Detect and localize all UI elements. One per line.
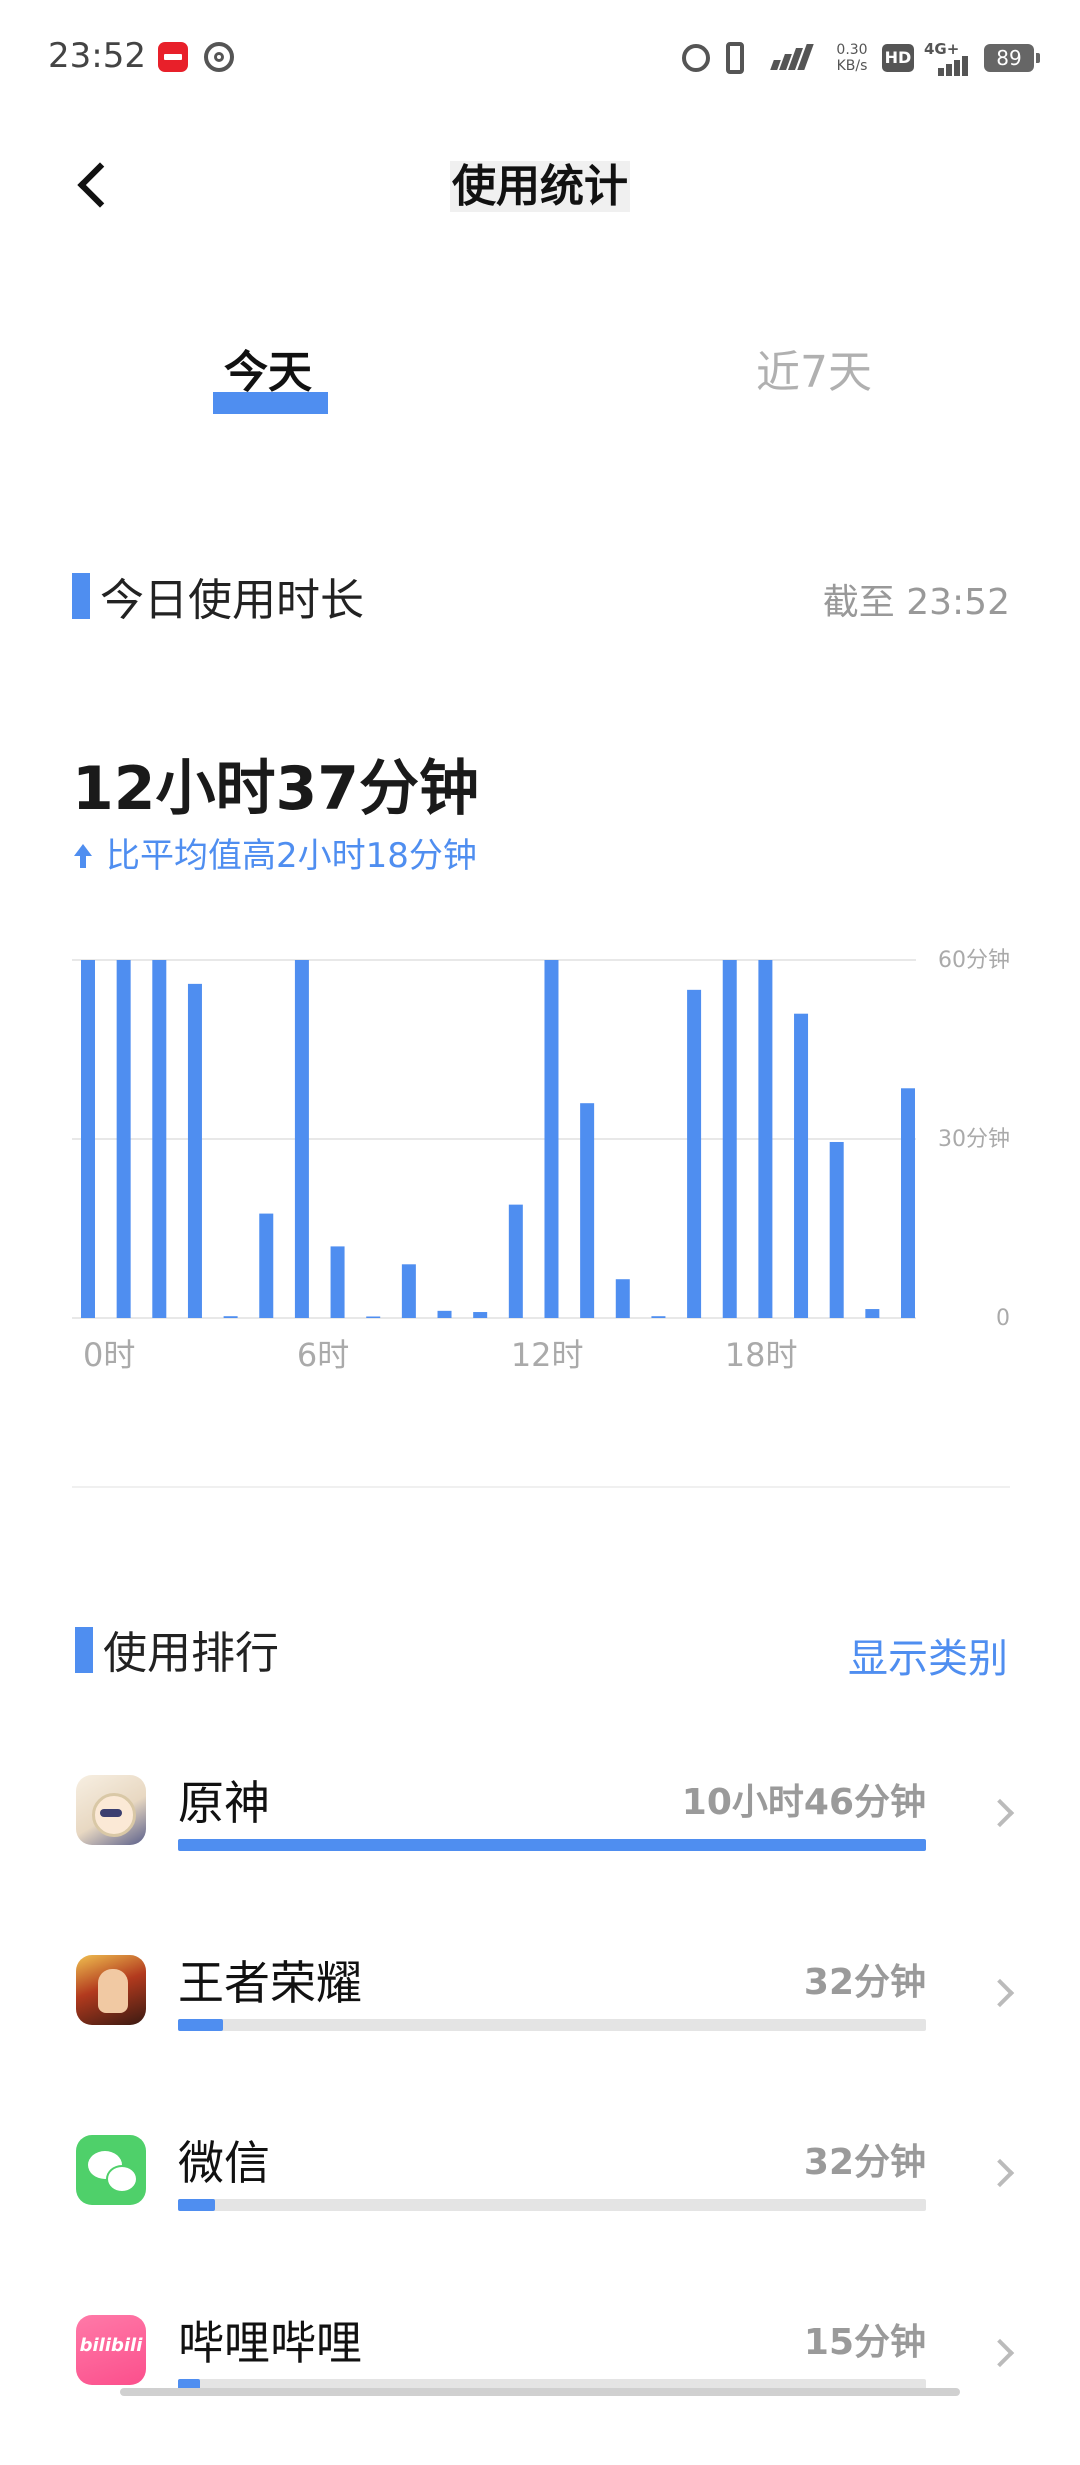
hour-bar-10[interactable] xyxy=(437,1310,452,1318)
battery-icon: 89 xyxy=(984,44,1040,72)
arrow-up-icon xyxy=(72,844,92,870)
hour-bar-8[interactable] xyxy=(366,1316,381,1319)
app-row-wechat[interactable]: 微信 32分钟 xyxy=(0,2115,1080,2285)
hour-bar-13[interactable] xyxy=(544,960,559,1318)
app-row-bilibili[interactable]: bilibili 哔哩哔哩 15分钟 xyxy=(0,2295,1080,2465)
tab-indicator xyxy=(213,392,328,414)
hour-bar-9[interactable] xyxy=(401,1264,416,1318)
bilibili-logo-text: bilibili xyxy=(79,2335,143,2356)
show-category-button[interactable]: 显示类别 xyxy=(848,1626,1008,1684)
average-comparison: 比平均值高2小时18分钟 xyxy=(72,828,477,877)
hour-bar-16[interactable] xyxy=(651,1316,666,1318)
tab-today[interactable]: 今天 xyxy=(224,336,312,400)
network-speed-unit: KB/s xyxy=(836,58,868,74)
network-speed-value: 0.30 xyxy=(836,42,868,58)
hour-bar-17[interactable] xyxy=(687,989,702,1318)
status-time: 23:52 xyxy=(48,36,146,76)
usage-bar-fill xyxy=(178,2019,223,2031)
app-row-honor-of-kings[interactable]: 王者荣耀 32分钟 xyxy=(0,1935,1080,2105)
wifi-signal-icon xyxy=(768,44,814,70)
bilibili-icon: bilibili xyxy=(76,2315,146,2385)
hour-bar-23[interactable] xyxy=(901,1088,915,1318)
y-tick-label: 0 xyxy=(996,1306,1010,1331)
home-indicator[interactable] xyxy=(120,2388,960,2396)
hour-bar-0[interactable] xyxy=(81,960,95,1318)
chevron-right-icon xyxy=(985,2158,1015,2188)
app-duration: 10小时46分钟 xyxy=(681,1782,926,1823)
vibrate-icon xyxy=(726,42,744,74)
hour-bar-2[interactable] xyxy=(152,960,167,1318)
honor-of-kings-icon xyxy=(76,1955,146,2025)
cellular-signal-icon: 4G+ xyxy=(924,40,974,76)
app-duration: 15分钟 xyxy=(803,2322,926,2363)
hour-bar-1[interactable] xyxy=(116,960,131,1318)
hour-bar-19[interactable] xyxy=(758,960,773,1318)
hour-bar-5[interactable] xyxy=(259,1213,274,1318)
cutoff-time: 截至 23:52 xyxy=(822,582,1010,623)
hour-bar-4[interactable] xyxy=(223,1316,238,1318)
alarm-icon xyxy=(682,44,710,72)
app-duration: 32分钟 xyxy=(803,2142,926,2183)
page-title: 使用统计 xyxy=(0,150,1080,214)
hour-bar-7[interactable] xyxy=(330,1246,345,1318)
network-type: 4G+ xyxy=(924,40,960,58)
wechat-icon xyxy=(76,2135,146,2205)
section-divider xyxy=(72,1486,1010,1488)
app-name: 原神 xyxy=(178,1776,270,1830)
chevron-right-icon xyxy=(985,2338,1015,2368)
x-tick-label: 12时 xyxy=(511,1336,584,1370)
hour-bar-12[interactable] xyxy=(508,1204,523,1318)
usage-bar-fill xyxy=(178,2199,216,2211)
usage-ranking-title: 使用排行 xyxy=(103,1628,279,1679)
music-app-notification-icon xyxy=(204,42,234,72)
network-speed: 0.30 KB/s xyxy=(830,42,874,74)
app-name: 哔哩哔哩 xyxy=(178,2316,362,2370)
tab-last-7-days[interactable]: 近7天 xyxy=(756,336,872,400)
hd-voice-icon: HD xyxy=(882,44,914,72)
hour-bar-18[interactable] xyxy=(722,960,737,1318)
hour-bar-11[interactable] xyxy=(473,1312,488,1318)
usage-bar xyxy=(178,2199,926,2211)
genshin-icon xyxy=(76,1775,146,1845)
chevron-right-icon xyxy=(985,1978,1015,2008)
app-duration: 32分钟 xyxy=(803,1962,926,2003)
hour-bar-14[interactable] xyxy=(580,1103,595,1318)
y-tick-label: 30分钟 xyxy=(938,1127,1010,1152)
total-usage-time: 12小时37分钟 xyxy=(72,754,479,824)
hour-bar-15[interactable] xyxy=(615,1279,630,1318)
page-title-text: 使用统计 xyxy=(450,161,630,212)
app-row-genshin[interactable]: 原神 10小时46分钟 xyxy=(0,1755,1080,1925)
usage-bar xyxy=(178,1839,926,1851)
shopping-app-notification-icon xyxy=(158,42,188,72)
hour-bar-3[interactable] xyxy=(187,983,202,1318)
usage-bar xyxy=(178,2019,926,2031)
section-marker xyxy=(75,1627,93,1673)
today-usage-title: 今日使用时长 xyxy=(100,575,364,626)
hour-bar-22[interactable] xyxy=(865,1309,880,1318)
hour-bar-20[interactable] xyxy=(794,1013,809,1318)
usage-bar-fill xyxy=(178,1839,926,1851)
hourly-usage-chart: 0 30分钟 60分钟 0时 6时 12时 18时 xyxy=(72,948,1010,1370)
x-tick-label: 6时 xyxy=(297,1336,349,1370)
status-bar: 23:52 0.30 KB/s HD 4G+ 89 xyxy=(0,0,1080,112)
chevron-right-icon xyxy=(985,1798,1015,1828)
app-name: 王者荣耀 xyxy=(178,1956,362,2010)
x-tick-label: 0时 xyxy=(83,1336,135,1370)
y-tick-label: 60分钟 xyxy=(938,948,1010,973)
app-name: 微信 xyxy=(178,2136,270,2190)
x-tick-label: 18时 xyxy=(725,1336,798,1370)
section-marker xyxy=(72,573,90,619)
average-comparison-text: 比平均值高2小时18分钟 xyxy=(106,836,477,876)
hour-bar-21[interactable] xyxy=(829,1141,844,1318)
hour-bar-6[interactable] xyxy=(294,960,309,1318)
